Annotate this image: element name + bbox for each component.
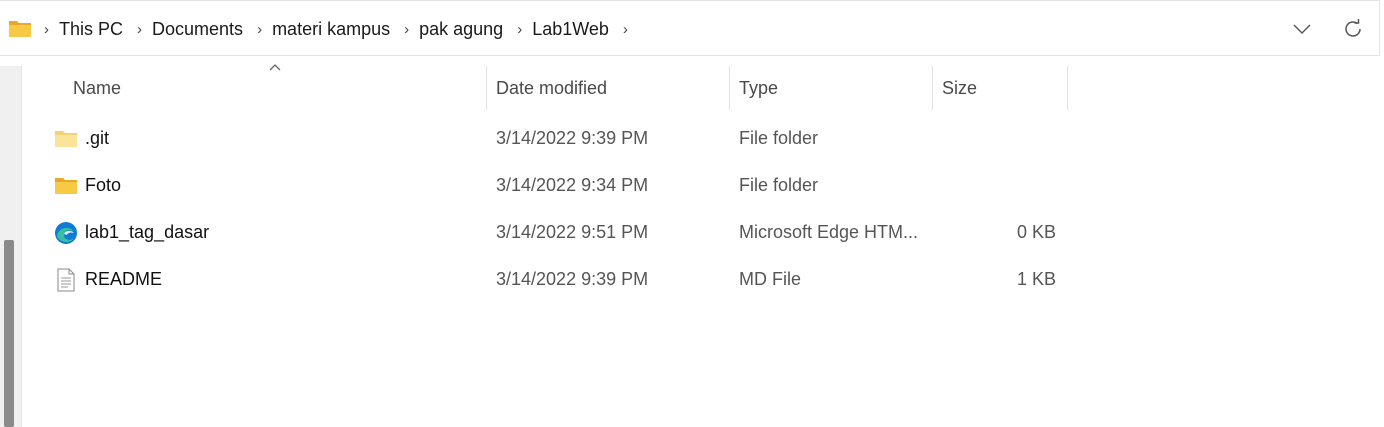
breadcrumb-item[interactable]: This PC — [59, 19, 123, 40]
column-header-size[interactable]: Size — [942, 66, 977, 110]
file-size — [942, 162, 1056, 209]
refresh-icon — [1345, 19, 1361, 37]
chevron-right-icon[interactable]: › — [404, 21, 409, 38]
chevron-right-icon[interactable]: › — [517, 21, 522, 38]
file-name: README — [85, 269, 163, 289]
file-date-modified: 3/14/2022 9:51 PM — [496, 222, 649, 242]
breadcrumb-item[interactable]: Lab1Web — [532, 19, 609, 40]
file-size: 0 KB — [1016, 222, 1056, 242]
chevron-right-icon[interactable]: › — [257, 21, 262, 38]
column-header-row: Name Date modified Type Size — [24, 64, 1384, 110]
file-row[interactable]: .git 3/14/2022 9:39 PM File folder — [24, 115, 1384, 162]
column-divider[interactable] — [932, 66, 933, 110]
chevron-down-icon — [1293, 24, 1311, 34]
file-date-modified: 3/14/2022 9:39 PM — [496, 128, 649, 148]
file-row[interactable]: Foto 3/14/2022 9:34 PM File folder — [24, 162, 1384, 209]
document-icon — [57, 268, 75, 292]
breadcrumb: › This PC › Documents › materi kampus › … — [40, 1, 638, 57]
chevron-right-icon[interactable]: › — [44, 21, 49, 38]
file-type: MD File — [739, 269, 801, 289]
column-divider[interactable] — [729, 66, 730, 110]
file-size — [942, 115, 1056, 162]
history-dropdown-button[interactable] — [1288, 15, 1316, 43]
file-name: Foto — [85, 175, 122, 195]
file-size: 1 KB — [1016, 269, 1056, 289]
refresh-button[interactable] — [1339, 15, 1367, 43]
column-divider[interactable] — [1067, 66, 1068, 110]
folder-icon — [9, 21, 31, 37]
navigation-pane-scrollbar[interactable] — [0, 66, 22, 427]
file-name: .git — [85, 128, 110, 148]
folder-icon — [55, 178, 77, 194]
chevron-right-icon[interactable]: › — [137, 21, 142, 38]
file-type: File folder — [739, 175, 819, 195]
chevron-right-icon[interactable]: › — [623, 21, 628, 38]
file-row[interactable]: lab1_tag_dasar 3/14/2022 9:51 PM Microso… — [24, 209, 1384, 256]
scrollbar-thumb[interactable] — [4, 240, 14, 427]
folder-light-icon — [55, 131, 77, 147]
file-type: File folder — [739, 128, 819, 148]
column-header-date-modified[interactable]: Date modified — [496, 66, 607, 110]
breadcrumb-item[interactable]: materi kampus — [272, 19, 390, 40]
edge-icon — [55, 222, 77, 244]
breadcrumb-item[interactable]: pak agung — [419, 19, 503, 40]
file-row[interactable]: README 3/14/2022 9:39 PM MD File 1 KB — [24, 256, 1384, 303]
breadcrumb-item[interactable]: Documents — [152, 19, 243, 40]
file-date-modified: 3/14/2022 9:34 PM — [496, 175, 649, 195]
file-date-modified: 3/14/2022 9:39 PM — [496, 269, 649, 289]
sort-ascending-icon — [269, 64, 281, 71]
column-divider[interactable] — [486, 66, 487, 110]
column-header-type[interactable]: Type — [739, 66, 778, 110]
column-header-name[interactable]: Name — [73, 66, 121, 110]
file-name: lab1_tag_dasar — [85, 222, 210, 242]
address-bar[interactable]: › This PC › Documents › materi kampus › … — [0, 0, 1380, 56]
file-type: Microsoft Edge HTM... — [739, 222, 919, 242]
